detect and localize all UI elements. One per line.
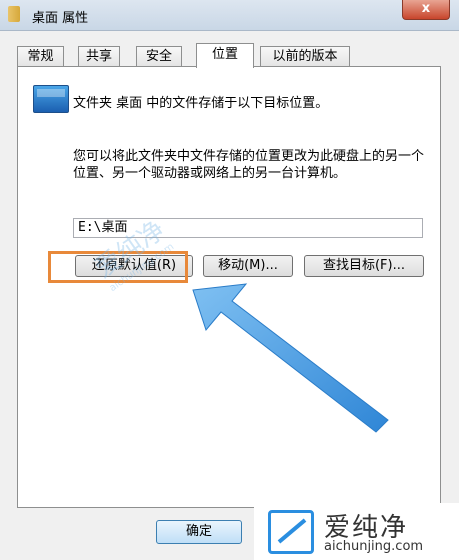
- window-title: 桌面 属性: [32, 11, 89, 26]
- location-info-text: 文件夹 桌面 中的文件存储于以下目标位置。: [73, 96, 329, 111]
- logo-icon: [268, 510, 314, 554]
- tab-previous-versions[interactable]: 以前的版本: [260, 46, 350, 67]
- folder-icon: [8, 6, 20, 22]
- close-button[interactable]: x: [402, 0, 450, 20]
- ok-button[interactable]: 确定: [156, 520, 242, 544]
- title-bar: 桌面 属性 x: [0, 0, 459, 31]
- logo-url: aichunjing.com: [324, 539, 424, 554]
- location-description: 您可以将此文件夹中文件存储的位置更改为此硬盘上的另一个位置、另一个驱动器或网络上…: [73, 149, 425, 181]
- tab-sharing[interactable]: 共享: [78, 46, 120, 67]
- find-target-button[interactable]: 查找目标(F)...: [304, 255, 424, 277]
- tab-general[interactable]: 常规: [17, 46, 64, 67]
- desktop-folder-icon: [33, 85, 69, 113]
- tab-security[interactable]: 安全: [136, 46, 182, 67]
- site-logo: 爱纯净 aichunjing.com: [254, 503, 459, 560]
- tab-location[interactable]: 位置: [196, 43, 254, 68]
